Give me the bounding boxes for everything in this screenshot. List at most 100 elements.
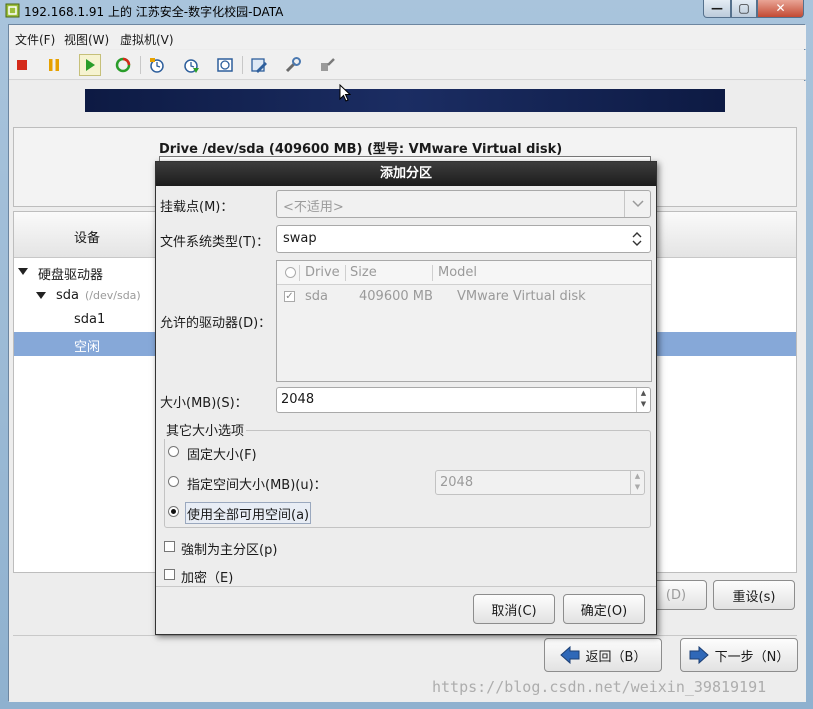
cancel-button-label: 取消(C) [491,603,537,619]
size-input[interactable]: 2048 ▲ ▼ [276,387,651,413]
toolbar [9,50,806,80]
title-bar: 192.168.1.91 上的 江苏安全-数字化校园-DATA — ▢ ✕ [0,0,813,22]
fixed-size-radio[interactable] [168,446,179,457]
pause-button[interactable] [43,54,65,76]
model-cell: VMware Virtual disk [457,289,586,304]
fixed-size-label[interactable]: 固定大小(F) [187,444,257,463]
toolbar-separator [140,56,141,74]
tree-row-label: 硬盘驱动器 [38,268,104,283]
manage-snapshots-icon [217,58,233,72]
stop-button[interactable] [11,54,33,76]
mount-point-label: 挂载点(M)： [160,200,234,215]
column-model[interactable]: Model [438,265,477,280]
tree-row-device-path: (/dev/sda) [85,289,141,302]
expand-arrow-icon[interactable] [18,268,28,275]
connect-device-icon [321,58,335,71]
toolbar-separator [242,56,243,74]
dialog-title: 添加分区 [156,162,656,186]
up-to-size-label[interactable]: 指定空间大小(MB)(u)： [187,474,327,493]
tree-row-label: sda1 [74,312,106,327]
ok-button[interactable]: 确定(O) [563,594,645,624]
column-size[interactable]: Size [350,265,377,280]
menu-vm[interactable]: 虚拟机(V) [120,31,174,48]
size-stepper-icon[interactable]: ▲ ▼ [636,388,650,412]
installer-banner [85,89,725,112]
chevron-down-icon[interactable] [624,191,650,217]
edit-settings-button[interactable] [248,54,270,76]
mount-point-value: <不适用> [283,200,344,215]
watermark: https://blog.csdn.net/weixin_39819191 [432,678,767,696]
reset-button[interactable] [112,54,134,76]
encrypt-label[interactable]: 加密（E) [181,567,233,586]
dialog-separator [156,586,656,587]
separator [13,635,797,636]
vmware-app-icon [5,3,20,18]
menu-view[interactable]: 视图(W) [64,31,109,48]
up-down-arrows-icon[interactable] [624,226,650,252]
close-button[interactable]: ✕ [757,0,804,18]
snapshot-icon [150,58,164,73]
vm-console-window: 192.168.1.91 上的 江苏安全-数字化校园-DATA — ▢ ✕ 文件… [0,0,813,709]
menu-file[interactable]: 文件(F) [15,31,55,48]
fill-space-radio[interactable] [168,506,179,517]
maximize-button[interactable]: ▢ [731,0,757,18]
drives-table-header: Drive Size Model [277,261,651,285]
up-to-size-stepper-icon[interactable]: ▲ ▼ [630,471,644,494]
drive-label: Drive /dev/sda (409600 MB) (型号: VMware V… [159,142,563,157]
next-arrow-icon [689,646,709,664]
force-primary-label[interactable]: 強制为主分区(p) [181,539,277,558]
back-arrow-icon [559,646,580,664]
select-all-radio[interactable] [285,267,296,278]
fill-space-label[interactable]: 使用全部可用空间(a) [187,504,309,523]
edit-settings-icon [251,58,267,73]
size-cell: 409600 MB [359,289,433,304]
menu-bar: 文件(F) 视图(W) 虚拟机(V) [9,25,806,49]
back-button[interactable]: 返回（B） [544,638,662,672]
delete-button-label: (D) [665,587,687,603]
minimize-button[interactable]: — [703,0,731,18]
next-button-label: 下一步（N） [714,649,790,665]
column-drive[interactable]: Drive [305,265,340,280]
other-size-options-title: 其它大小选项 [164,420,247,439]
add-partition-dialog: 添加分区 挂载点(M)： <不适用> 文件系统类型(T)： swap 允许的驱动… [155,161,657,635]
table-row[interactable]: ✓ sda 409600 MB VMware Virtual disk [277,285,651,309]
vm-tools-icon [285,57,301,73]
filesystem-type-value: swap [283,231,317,246]
drive-checkbox[interactable]: ✓ [284,291,295,302]
up-to-size-input[interactable]: 2048 ▲ ▼ [435,470,645,495]
mount-point-combo[interactable]: <不适用> [276,190,651,218]
tree-row-label: 空闲 [74,340,101,355]
back-button-label: 返回（B） [585,649,647,665]
revert-snapshot-button[interactable] [180,54,202,76]
ok-button-label: 确定(O) [580,603,628,619]
allowed-drives-table: Drive Size Model ✓ sda 409600 MB VMware … [276,260,652,382]
drive-cell: sda [305,289,328,304]
play-button[interactable] [79,54,101,76]
up-to-size-value: 2048 [440,475,474,490]
encrypt-checkbox[interactable] [164,569,175,580]
expand-arrow-icon[interactable] [36,292,46,299]
vm-tools-button[interactable] [282,54,304,76]
stop-icon [17,60,27,70]
manage-snapshots-button[interactable] [214,54,236,76]
up-to-size-radio[interactable] [168,476,179,487]
size-label: 大小(MB)(S)： [160,396,248,411]
force-primary-checkbox[interactable] [164,541,175,552]
cancel-button[interactable]: 取消(C) [473,594,555,624]
minimize-icon: — [711,1,723,15]
close-icon: ✕ [775,1,786,15]
snapshot-button[interactable] [146,54,168,76]
mouse-cursor-icon [339,84,351,102]
device-column-label: 设备 [74,231,101,246]
filesystem-type-combo[interactable]: swap [276,225,651,253]
pause-icon [49,59,59,71]
play-icon [86,59,95,71]
reset-partitions-button[interactable]: 重设(s) [713,580,795,610]
reset-button-label: 重设(s) [732,589,776,605]
reset-icon [115,57,131,73]
next-button[interactable]: 下一步（N） [680,638,798,672]
connect-device-button[interactable] [316,54,338,76]
revert-snapshot-icon [184,59,199,73]
tree-row-label: sda [56,288,79,303]
allowed-drives-label: 允许的驱动器(D)： [160,316,272,331]
